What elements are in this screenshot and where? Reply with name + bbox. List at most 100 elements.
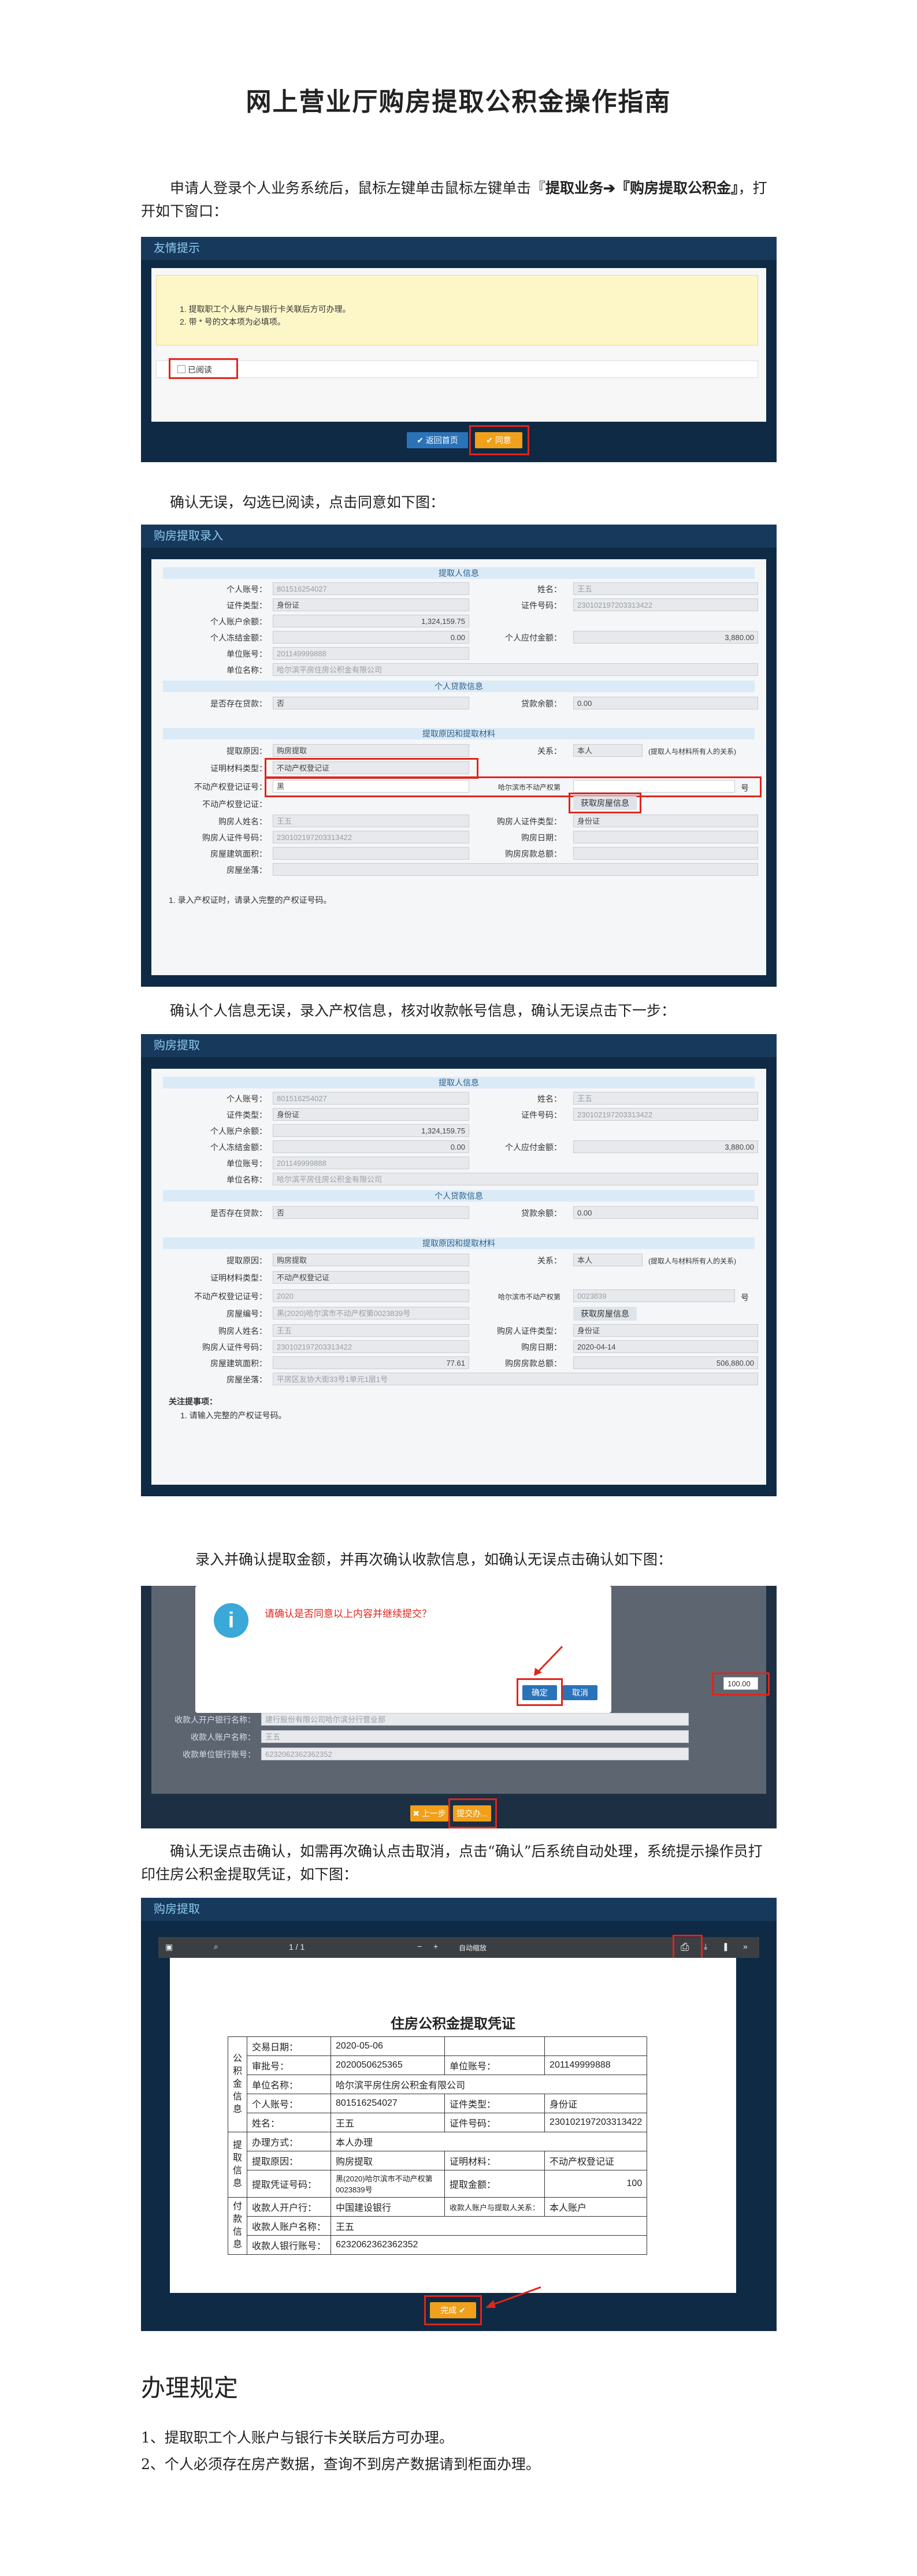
verify-material-select[interactable]: 不动产权登记证 <box>273 1271 469 1284</box>
verify-unitname-field: 哈尔滨平房住房公积金有限公司 <box>273 1173 758 1185</box>
slip-cell: 不动产权登记证 <box>544 2151 648 2170</box>
account-label: 个人账号： <box>227 585 267 594</box>
reason-select[interactable]: 购房提取 <box>273 744 469 757</box>
loanbal-label: 贷款余额： <box>521 699 562 708</box>
verify-buyer-idno-label: 购房人证件号码： <box>202 1343 267 1352</box>
dialog-message: 请确认是否同意以上内容并继续提交？ <box>265 1608 432 1619</box>
search-icon[interactable]: ⌕ <box>214 1942 218 1951</box>
highlight-certno <box>265 776 762 797</box>
slip-cell: 提取凭证号码： <box>247 2170 332 2198</box>
amount-input[interactable] <box>573 847 758 860</box>
slip-cell: 哈尔滨平房住房公积金有限公司 <box>331 2075 648 2094</box>
verify-balance-field: 1,324,159.75 <box>273 1124 469 1137</box>
verify-name-field: 王五 <box>573 1092 758 1105</box>
verify-buyer-idtype-label: 购房人证件类型： <box>497 1326 562 1336</box>
highlight-done <box>424 2295 482 2325</box>
idtype-select[interactable]: 身份证 <box>273 599 469 611</box>
verify-area-label: 房屋建筑面积： <box>210 1359 267 1368</box>
slip-cell: 购房提取 <box>331 2151 445 2170</box>
verify-payable-label: 个人应付金额： <box>505 1143 562 1152</box>
screenshot-verify: 购房提取 提取人信息 个人账号： 801516254027 姓名： 王五 证件类… <box>141 1034 777 1496</box>
rule-item-2: 2、个人必须存在房产数据，查询不到房产数据请到柜面办理。 <box>141 2456 540 2473</box>
relation-label: 关系： <box>537 746 562 756</box>
screenshot-notice: 友情提示 1. 提取职工个人账户与银行卡关联后方可办理。 2. 带 * 号的文本… <box>141 237 777 462</box>
notice-box: 1. 提取职工个人账户与银行卡关联后方可办理。 2. 带 * 号的文本项为必填项… <box>156 275 758 345</box>
slip-cell: 收款人账户与提取人关系： <box>444 2197 545 2217</box>
bookmark-icon[interactable]: ❚ <box>722 1942 729 1951</box>
buyer-idtype-select[interactable]: 身份证 <box>573 815 758 827</box>
verify-form: 提取人信息 个人账号： 801516254027 姓名： 王五 证件类型： 身份… <box>151 1069 766 1485</box>
download-icon[interactable]: ⤓ <box>704 1942 707 1951</box>
bank-label: 收款人开户银行名称： <box>175 1715 255 1724</box>
step1-pre: 申请人登录个人业务系统后，鼠标左键单击鼠标左键单击『 <box>170 180 546 196</box>
verify-material-label: 证明材料类型： <box>210 1273 267 1283</box>
verify-section-person: 提取人信息 <box>163 1077 755 1088</box>
zoom-out-icon[interactable]: − <box>417 1942 422 1951</box>
slip-title: 住房公积金提取凭证 <box>391 2016 515 2032</box>
slip-cell: 证件号码： <box>444 2113 545 2132</box>
done-arrow-icon <box>485 2286 541 2308</box>
zoom-select[interactable]: 自动缩放 <box>459 1943 487 1953</box>
step5-text: 确认无误点击确认，如需再次确认点击取消，点击“确认”后系统自动处理，系统提示操作… <box>141 1843 763 1883</box>
more-icon[interactable]: » <box>743 1942 748 1951</box>
payee-no-field: 6232062362362352 <box>261 1748 689 1760</box>
verify-certno-prefix[interactable]: 2020 <box>273 1289 469 1302</box>
hasloan-select[interactable]: 否 <box>273 697 469 709</box>
verify-certno-number[interactable]: 0023839 <box>573 1289 735 1302</box>
step3-text: 确认个人信息无误，录入产权信息，核对收款帐号信息，确认无误点击下一步： <box>170 1002 676 1019</box>
verify-buyer-idtype-select[interactable]: 身份证 <box>573 1324 758 1337</box>
balance-label: 个人账户余额： <box>210 617 267 626</box>
verify-area-field[interactable]: 77.61 <box>273 1356 469 1369</box>
material-label: 证明材料类型： <box>210 764 267 773</box>
slip-cell: 个人账号： <box>247 2094 332 2113</box>
back-button[interactable]: ✖ 上一步 <box>410 1805 448 1822</box>
back-home-button[interactable]: ✔ 返回首页 <box>407 432 468 448</box>
sidebar-toggle-icon[interactable]: ▣ <box>165 1942 173 1952</box>
zoom-in-icon[interactable]: + <box>433 1942 438 1951</box>
slip-cell: 收款人开户行： <box>247 2197 332 2217</box>
verify-amount-field[interactable]: 506,880.00 <box>573 1356 758 1369</box>
slip-cell: 201149999888 <box>544 2055 648 2075</box>
verify-loanbal-label: 贷款余额： <box>521 1209 562 1218</box>
slip-cell: 身份证 <box>544 2094 648 2113</box>
slip-cell: 审批号： <box>247 2055 332 2075</box>
payee-no-label: 收款单位银行账号： <box>183 1750 255 1759</box>
cancel-button[interactable]: 取消 <box>563 1685 597 1700</box>
unitno-label: 单位账号： <box>227 649 267 659</box>
info-icon: i <box>214 1603 248 1638</box>
verify-reason-select[interactable]: 购房提取 <box>273 1254 469 1266</box>
verify-relation-select[interactable]: 本人 <box>573 1254 643 1266</box>
slip-cell: 本人办理 <box>331 2132 648 2151</box>
verify-amount-label: 购房房款总额： <box>505 1359 562 1368</box>
idno-field: 230102197203313422 <box>573 599 758 611</box>
verify-fetch-button[interactable]: 获取房屋信息 <box>573 1307 637 1321</box>
verify-idno-label: 证件号码： <box>521 1110 562 1120</box>
address-input[interactable] <box>273 863 758 876</box>
slip-cell: 230102197203313422 <box>544 2113 648 2132</box>
verify-idtype-select[interactable]: 身份证 <box>273 1108 469 1121</box>
slip-cell: 姓名： <box>247 2113 332 2132</box>
buydate-input[interactable] <box>573 831 758 843</box>
page-indicator[interactable]: 1 / 1 <box>289 1942 305 1951</box>
frozen-field: 0.00 <box>273 631 469 644</box>
verify-address-field[interactable]: 平房区友协大街33号1单元1层1号 <box>273 1373 758 1385</box>
area-input[interactable] <box>273 847 469 860</box>
pdf-page: 住房公积金提取凭证 公积金信息 交易日期： 2020-05-06 审批号： 2020… <box>170 1958 736 2293</box>
houseno-label: 房屋编号： <box>227 1309 267 1318</box>
entry-form: 提取人信息 个人账号： 801516254027 姓名： 王五 证件类型： 身份… <box>151 559 766 975</box>
buyer-idno-label: 购房人证件号码： <box>202 833 267 842</box>
verify-idno-field: 230102197203313422 <box>573 1108 758 1121</box>
highlight-read <box>169 358 238 379</box>
relation-select[interactable]: 本人 <box>573 744 643 757</box>
slip-cell <box>444 2036 545 2056</box>
highlight-agree <box>469 425 529 455</box>
verify-hasloan-select[interactable]: 否 <box>273 1206 469 1219</box>
verify-section-reason: 提取原因和提取材料 <box>163 1237 755 1249</box>
slip-cell: 黑(2020)哈尔滨市不动产权第0023839号 <box>331 2170 445 2198</box>
verify-relation-label: 关系： <box>537 1256 562 1265</box>
confirm-dialog: i 请确认是否同意以上内容并继续提交？ 确定 取消 <box>195 1586 611 1713</box>
certno-label: 不动产权登记证号： <box>194 782 267 791</box>
buyer-field: 王五 <box>273 815 469 827</box>
loanbal-field: 0.00 <box>573 697 758 709</box>
verify-buydate-field[interactable]: 2020-04-14 <box>573 1340 758 1353</box>
